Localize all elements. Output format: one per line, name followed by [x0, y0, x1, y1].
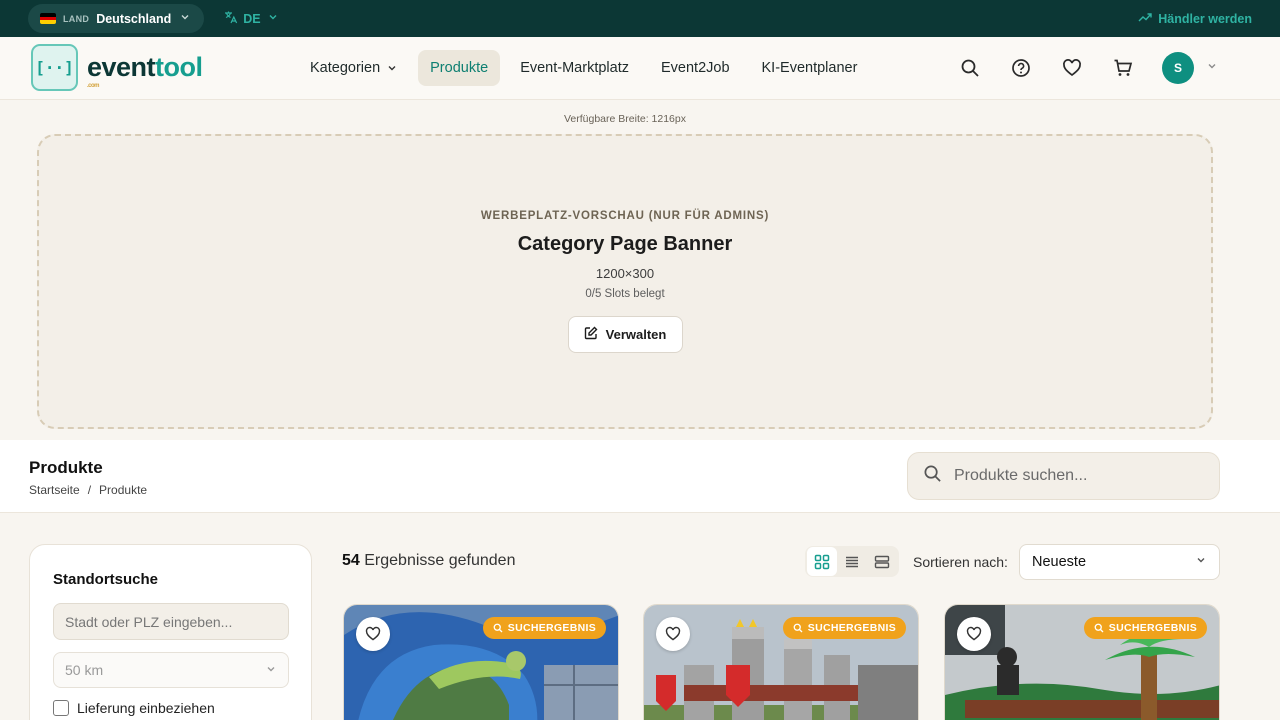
favorite-button[interactable]	[957, 617, 991, 651]
translate-icon	[224, 10, 238, 27]
product-search-input[interactable]	[954, 467, 1204, 485]
product-card[interactable]: SUCHERGEBNIS	[944, 604, 1220, 720]
language-code: DE	[243, 11, 261, 26]
compact-view-button[interactable]	[867, 547, 897, 576]
ad-slot-title: Category Page Banner	[517, 233, 733, 255]
logo-wordmark: eventtool .com	[87, 52, 203, 89]
become-merchant-link[interactable]: Händler werden	[1138, 11, 1252, 26]
germany-flag-icon	[40, 13, 56, 24]
sort-label: Sortieren nach:	[913, 554, 1008, 570]
grid-view-button[interactable]	[807, 547, 837, 576]
results-count: 54 Ergebnisse gefunden	[342, 552, 516, 569]
sort-select[interactable]: Neueste	[1019, 544, 1220, 580]
list-icon	[846, 556, 858, 567]
trending-up-icon	[1138, 11, 1152, 26]
view-toggle	[805, 546, 899, 577]
nav-kategorien[interactable]: Kategorien	[298, 50, 410, 86]
include-delivery-option[interactable]: Lieferung einbeziehen	[53, 700, 215, 716]
available-width-note: Verfügbare Breite: 1216px	[563, 113, 686, 125]
help-icon[interactable]	[1009, 52, 1033, 84]
header-actions: S	[958, 52, 1218, 84]
product-card[interactable]: SUCHERGEBNIS	[643, 604, 919, 720]
heart-icon	[966, 626, 982, 641]
chevron-down-icon[interactable]	[1206, 59, 1218, 77]
breadcrumb: Startseite / Produkte	[29, 483, 147, 497]
chevron-down-icon	[265, 662, 277, 678]
favorite-button[interactable]	[656, 617, 690, 651]
heart-icon	[365, 626, 381, 641]
chevron-down-icon	[388, 66, 396, 71]
chevron-down-icon	[268, 12, 278, 25]
ad-banner-preview: WERBEPLATZ-VORSCHAU (NUR FÜR ADMINS) Cat…	[37, 134, 1213, 429]
search-icon	[1094, 623, 1104, 633]
nav-ki-eventplaner[interactable]: KI-Eventplaner	[750, 50, 870, 86]
product-search[interactable]	[907, 452, 1220, 500]
ad-slot-usage: 0/5 Slots belegt	[585, 288, 665, 300]
location-filter-panel: Standortsuche 50 km Lieferung einbeziehe…	[29, 544, 312, 720]
breadcrumb-home[interactable]: Startseite	[29, 483, 80, 497]
country-name: Deutschland	[96, 11, 172, 26]
user-avatar[interactable]: S	[1162, 52, 1194, 84]
logo-mark-icon: [··]	[31, 44, 78, 91]
country-label: LAND	[63, 13, 90, 24]
become-merchant-label: Händler werden	[1158, 11, 1252, 26]
search-result-badge: SUCHERGEBNIS	[482, 617, 606, 639]
nav-event-marktplatz[interactable]: Event-Marktplatz	[508, 50, 641, 86]
language-selector[interactable]: DE	[224, 10, 277, 27]
heart-icon	[665, 626, 681, 641]
edit-icon	[584, 326, 598, 343]
eventtool-logo[interactable]: [··] eventtool .com	[31, 44, 203, 91]
search-icon	[793, 623, 803, 633]
ad-slot-size: 1200×300	[595, 266, 655, 281]
city-zip-input[interactable]	[53, 603, 289, 640]
manage-button[interactable]: Verwalten	[567, 316, 683, 353]
favorite-button[interactable]	[356, 617, 390, 651]
cart-icon[interactable]	[1111, 52, 1135, 84]
include-delivery-checkbox[interactable]	[53, 700, 69, 716]
location-search-title: Standortsuche	[53, 571, 159, 588]
products-header: Produkte Startseite / Produkte	[0, 440, 1280, 513]
rows-icon	[874, 555, 890, 568]
breadcrumb-separator: /	[87, 483, 92, 497]
page-title: Produkte	[29, 458, 103, 477]
product-card[interactable]: SUCHERGEBNIS	[343, 604, 619, 720]
nav-event2job[interactable]: Event2Job	[649, 50, 742, 86]
nav-produkte[interactable]: Produkte	[418, 50, 501, 86]
grid-icon	[814, 554, 830, 569]
ad-preview-label: WERBEPLATZ-VORSCHAU (NUR FÜR ADMINS)	[480, 210, 770, 222]
chevron-down-icon	[180, 12, 190, 25]
search-icon	[923, 464, 942, 488]
search-result-badge: SUCHERGEBNIS	[1083, 617, 1207, 639]
search-result-badge: SUCHERGEBNIS	[782, 617, 906, 639]
radius-select[interactable]: 50 km	[53, 652, 289, 688]
heart-icon[interactable]	[1060, 52, 1084, 84]
main-header: [··] eventtool .com Kategorien Produkte …	[0, 37, 1280, 100]
search-icon[interactable]	[958, 52, 982, 84]
country-selector[interactable]: LAND Deutschland	[28, 4, 205, 33]
chevron-down-icon	[1195, 554, 1207, 570]
list-view-button[interactable]	[837, 547, 867, 576]
include-delivery-label: Lieferung einbeziehen	[77, 700, 215, 716]
top-bar: LAND Deutschland DE Händler werden	[0, 0, 1280, 37]
breadcrumb-current: Produkte	[99, 483, 148, 497]
main-nav: Kategorien Produkte Event-Marktplatz Eve…	[298, 50, 877, 86]
search-icon	[493, 623, 503, 633]
